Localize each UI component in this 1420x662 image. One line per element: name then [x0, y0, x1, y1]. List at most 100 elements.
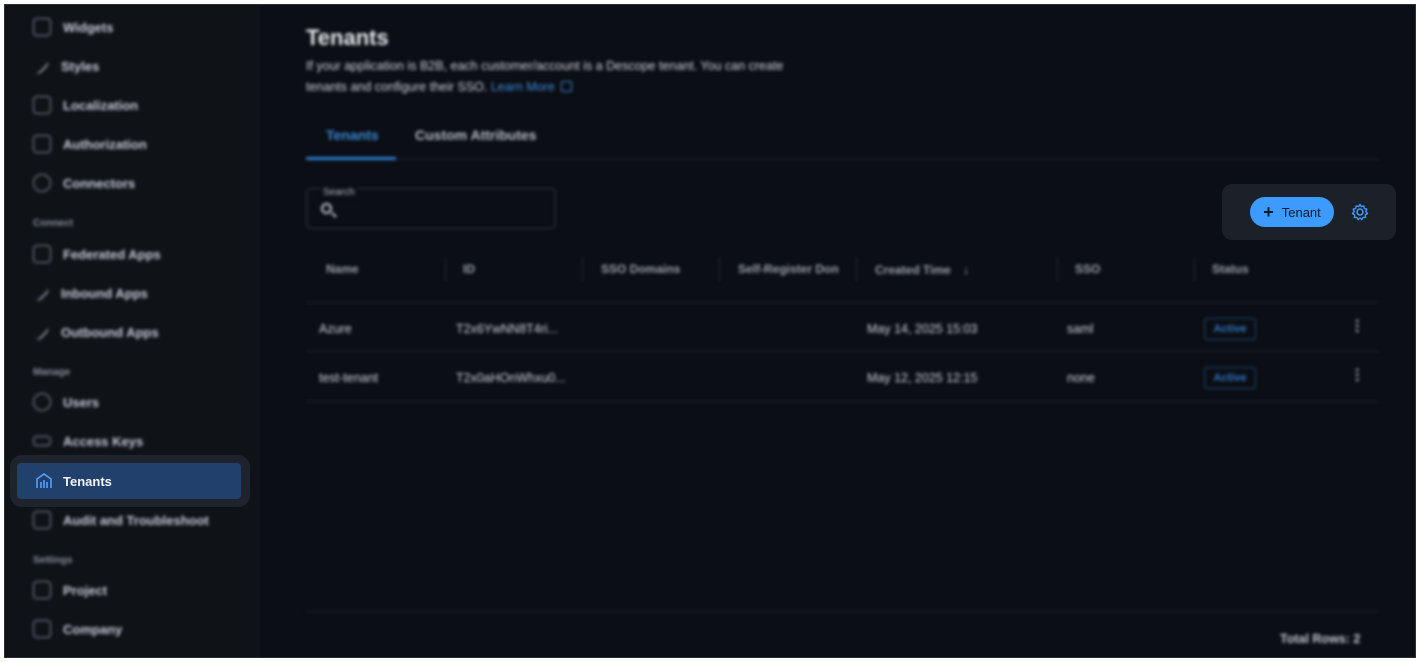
sidebar-item-label: Tenants [63, 473, 112, 489]
column-header-sso-domains[interactable]: SSO Domains [601, 262, 680, 276]
cell-sso: saml [1067, 322, 1094, 336]
sidebar-item-label: Company [63, 621, 123, 637]
learn-more-label: Learn More [490, 80, 555, 94]
column-header-sso[interactable]: SSO [1075, 262, 1100, 276]
column-header-label: Created Time [875, 263, 951, 277]
connectors-icon [33, 174, 51, 192]
sidebar-item-federated-apps[interactable]: Federated Apps [27, 239, 247, 269]
brush-icon [32, 57, 50, 75]
inbound-icon [32, 284, 50, 302]
search-icon [321, 203, 332, 214]
search-field[interactable]: Search [306, 187, 556, 229]
sidebar-item-tenants[interactable]: Tenants [17, 463, 241, 499]
sidebar-item-inbound-apps[interactable]: Inbound Apps [27, 278, 247, 308]
page-description: If your application is B2B, each custome… [306, 56, 846, 98]
cell-created: May 14, 2025 15:03 [867, 322, 978, 336]
folder-icon [33, 581, 51, 599]
sidebar-item-label: Federated Apps [63, 246, 161, 262]
sidebar-item-outbound-apps[interactable]: Outbound Apps [27, 317, 247, 347]
sidebar-item-label: Outbound Apps [61, 324, 159, 340]
sidebar-item-users[interactable]: Users [27, 387, 247, 417]
section-label-settings: Settings [33, 555, 73, 566]
cell-id: T2x6YwNN8T4ri... [456, 322, 559, 336]
row-divider [306, 351, 1379, 352]
column-separator[interactable] [856, 257, 857, 281]
sidebar-item-label: Access Keys [63, 433, 144, 449]
column-separator[interactable] [1057, 257, 1058, 281]
sidebar-item-audit[interactable]: Audit and Troubleshoot [27, 505, 247, 535]
column-separator[interactable] [582, 257, 583, 281]
sidebar: Widgets Styles Localization Authorizatio… [5, 5, 259, 657]
users-icon [33, 393, 51, 411]
description-line-2: tenants and configure their SSO. [306, 80, 488, 94]
sidebar-item-authorization[interactable]: Authorization [27, 129, 247, 159]
sidebar-item-label: Widgets [63, 19, 114, 35]
row-menu-icon[interactable]: · · · [1355, 314, 1360, 340]
cell-name: Azure [319, 322, 352, 336]
footer-divider [306, 611, 1379, 612]
external-link-icon [560, 81, 572, 92]
sidebar-item-label: Styles [61, 58, 100, 74]
blurred-content: Widgets Styles Localization Authorizatio… [5, 5, 1415, 657]
search-label: Search [321, 187, 357, 198]
tab-custom-attributes[interactable]: Custom Attributes [415, 127, 537, 143]
page-title: Tenants [306, 25, 389, 50]
column-header-created-time[interactable]: Created Time ↓ [875, 262, 969, 277]
widgets-icon [33, 18, 51, 36]
sidebar-item-label: Authorization [63, 136, 147, 152]
company-icon [33, 620, 51, 638]
active-tab-indicator [306, 157, 396, 160]
outbound-icon [32, 323, 50, 341]
sidebar-item-localization[interactable]: Localization [27, 90, 247, 120]
grid-icon [33, 245, 51, 263]
column-separator[interactable] [1194, 257, 1195, 281]
tab-tenants[interactable]: Tenants [326, 127, 379, 143]
section-label-connect: Connect [33, 218, 73, 229]
sidebar-item-label: Audit and Troubleshoot [63, 512, 209, 528]
sidebar-item-widgets[interactable]: Widgets [27, 12, 247, 42]
total-rows: Total Rows: 2 [1280, 632, 1361, 646]
sidebar-item-connectors[interactable]: Connectors [27, 168, 247, 198]
main-content: Tenants If your application is B2B, each… [260, 5, 1415, 657]
status-badge: Active [1204, 367, 1256, 389]
status-badge: Active [1204, 318, 1256, 340]
cell-sso: none [1067, 371, 1095, 385]
sidebar-item-access-keys[interactable]: Access Keys [27, 426, 247, 456]
sidebar-item-label: Localization [63, 97, 139, 113]
column-header-self-register[interactable]: Self-Register Don [738, 262, 839, 276]
add-tenant-label: Tenant [1281, 204, 1321, 220]
sidebar-item-label: Project [63, 582, 108, 598]
description-line-1: If your application is B2B, each custome… [306, 59, 784, 73]
sidebar-item-company[interactable]: Company [27, 614, 247, 644]
column-header-name[interactable]: Name [326, 262, 359, 276]
cell-name: test-tenant [319, 371, 379, 385]
plus-icon: + [1263, 202, 1274, 222]
row-divider [306, 401, 1379, 402]
translate-icon [33, 96, 51, 114]
tabs-divider [306, 159, 1379, 160]
sort-down-icon[interactable]: ↓ [963, 262, 970, 277]
column-header-status[interactable]: Status [1212, 262, 1249, 276]
sidebar-item-label: Users [63, 394, 100, 410]
search-input[interactable] [341, 199, 541, 219]
sidebar-item-styles[interactable]: Styles [27, 51, 247, 81]
header-divider [306, 302, 1379, 303]
app-window: Widgets Styles Localization Authorizatio… [4, 4, 1416, 658]
lock-icon [33, 135, 51, 153]
learn-more-link[interactable]: Learn More [491, 80, 572, 94]
cell-created: May 12, 2025 12:15 [867, 371, 978, 385]
audit-icon [33, 511, 51, 529]
sidebar-item-label: Inbound Apps [61, 285, 148, 301]
row-menu-icon[interactable]: · · · [1355, 363, 1360, 389]
column-separator[interactable] [719, 257, 720, 281]
sidebar-item-label: Connectors [63, 175, 136, 191]
column-separator[interactable] [445, 257, 446, 281]
sidebar-item-project[interactable]: Project [27, 575, 247, 605]
add-tenant-button[interactable]: + Tenant [1250, 197, 1334, 227]
key-icon [33, 436, 51, 446]
column-header-id[interactable]: ID [463, 262, 475, 276]
tenants-icon [36, 473, 52, 488]
cell-id: T2x0aHOnWhxu0... [456, 371, 566, 385]
gear-icon[interactable] [1350, 202, 1370, 222]
section-label-manage: Manage [33, 367, 71, 378]
